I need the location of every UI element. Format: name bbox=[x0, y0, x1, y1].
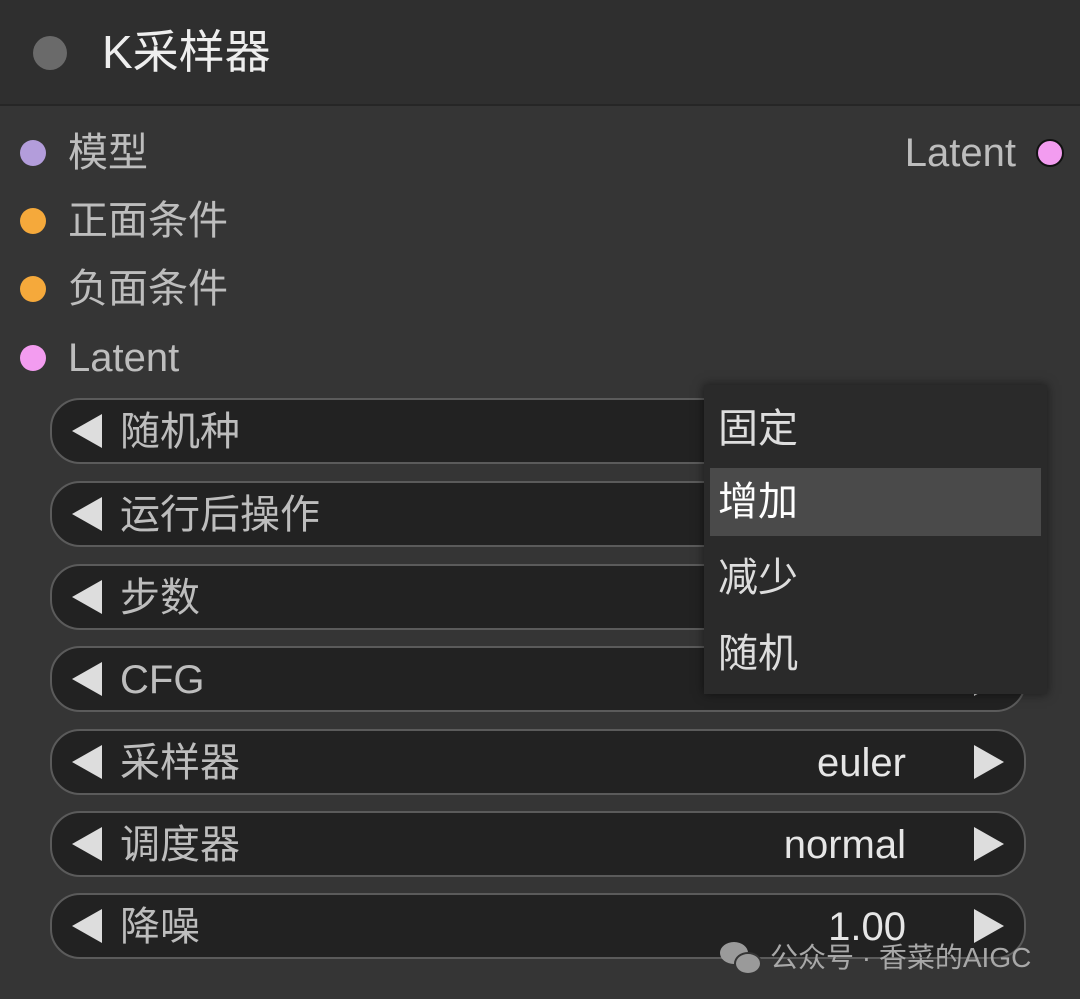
negative-input-dot[interactable] bbox=[20, 276, 46, 302]
latent-input-dot[interactable] bbox=[20, 345, 46, 371]
control-mode-dropdown-menu[interactable]: 固定 增加 减少 随机 bbox=[704, 385, 1047, 694]
increment-arrow-icon[interactable] bbox=[974, 745, 1004, 779]
widget-value-sampler: euler bbox=[817, 741, 906, 785]
input-label-model: 模型 bbox=[68, 131, 148, 175]
widget-label-sampler: 采样器 bbox=[120, 741, 240, 785]
output-slot-latent[interactable]: Latent bbox=[905, 128, 1064, 178]
decrement-arrow-icon[interactable] bbox=[72, 745, 102, 779]
input-slot-model[interactable]: 模型 bbox=[20, 128, 148, 178]
widget-label-cfg: CFG bbox=[120, 658, 205, 702]
decrement-arrow-icon[interactable] bbox=[72, 827, 102, 861]
menu-item-increment[interactable]: 增加 bbox=[710, 468, 1041, 536]
input-slot-latent[interactable]: Latent bbox=[20, 333, 179, 383]
decrement-arrow-icon[interactable] bbox=[72, 414, 102, 448]
menu-item-fixed[interactable]: 固定 bbox=[710, 395, 1041, 463]
input-label-positive: 正面条件 bbox=[68, 199, 228, 243]
widget-label-control: 运行后操作 bbox=[120, 493, 320, 537]
input-label-negative: 负面条件 bbox=[68, 267, 228, 311]
menu-item-randomize[interactable]: 随机 bbox=[710, 620, 1041, 688]
decrement-arrow-icon[interactable] bbox=[72, 580, 102, 614]
widget-value-scheduler: normal bbox=[783, 823, 906, 867]
latent-output-dot[interactable] bbox=[1036, 139, 1064, 167]
widget-label-denoise: 降噪 bbox=[120, 905, 200, 949]
decrement-arrow-icon[interactable] bbox=[72, 497, 102, 531]
input-label-latent: Latent bbox=[68, 336, 180, 380]
widget-sampler[interactable]: 采样器 euler bbox=[50, 729, 1026, 795]
widget-label-seed: 随机种 bbox=[120, 410, 240, 454]
widget-label-scheduler: 调度器 bbox=[120, 823, 240, 867]
node-title: K采样器 bbox=[102, 26, 271, 78]
ksampler-node[interactable]: K采样器 模型 正面条件 负面条件 Latent Latent 随机种 运行后操… bbox=[0, 0, 1080, 999]
watermark-text: 公众号 · 香菜的AIGC bbox=[770, 942, 1032, 973]
node-title-bar[interactable]: K采样器 bbox=[0, 0, 1080, 106]
positive-input-dot[interactable] bbox=[20, 208, 46, 234]
menu-item-decrement[interactable]: 减少 bbox=[710, 544, 1041, 612]
collapse-toggle[interactable] bbox=[33, 36, 67, 70]
input-slot-negative[interactable]: 负面条件 bbox=[20, 264, 228, 314]
wechat-icon bbox=[718, 938, 764, 978]
input-slot-positive[interactable]: 正面条件 bbox=[20, 196, 228, 246]
watermark: 公众号 · 香菜的AIGC bbox=[718, 936, 1031, 980]
decrement-arrow-icon[interactable] bbox=[72, 909, 102, 943]
decrement-arrow-icon[interactable] bbox=[72, 662, 102, 696]
output-label-latent: Latent bbox=[904, 131, 1016, 175]
increment-arrow-icon[interactable] bbox=[974, 827, 1004, 861]
widget-label-steps: 步数 bbox=[120, 576, 200, 620]
widget-scheduler[interactable]: 调度器 normal bbox=[50, 811, 1026, 877]
model-input-dot[interactable] bbox=[20, 140, 46, 166]
